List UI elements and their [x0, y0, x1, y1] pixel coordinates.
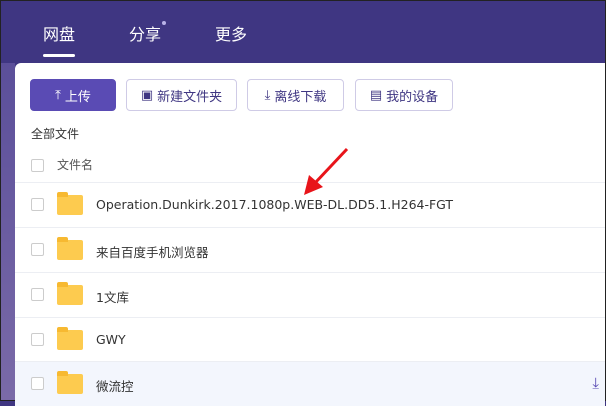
- annotation-arrow: [304, 147, 349, 195]
